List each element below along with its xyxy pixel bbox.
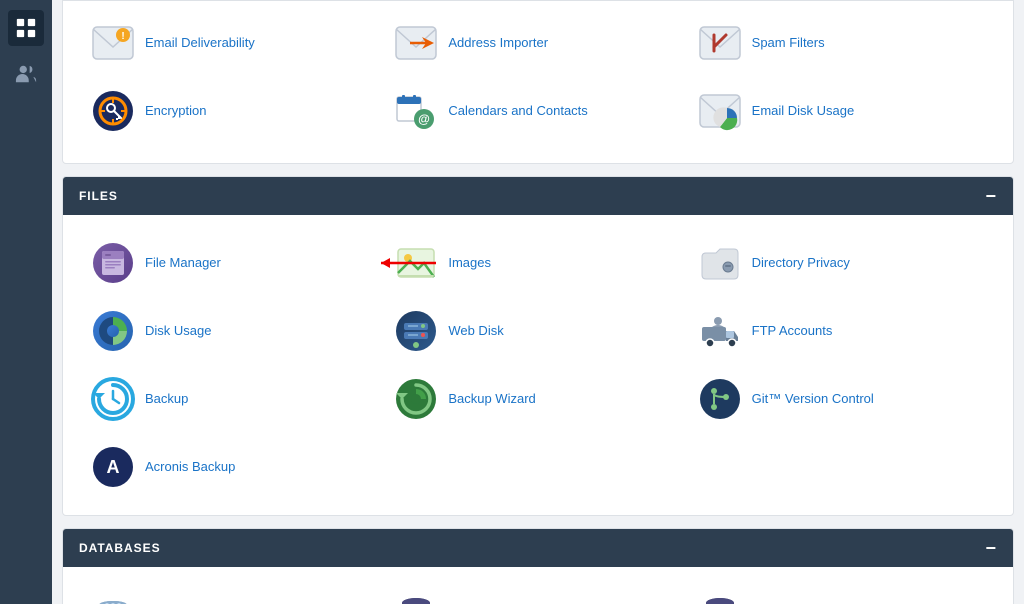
mysql-database-wizard-item[interactable]: MySQL® Database Wizard — [690, 583, 993, 604]
email-section: ! Email Deliverability Address Importer — [62, 0, 1014, 164]
phpmyadmin-icon — [91, 593, 135, 604]
file-manager-wrapper: File Manager — [83, 231, 386, 295]
backup-item[interactable]: Backup — [83, 367, 386, 431]
address-importer-item[interactable]: Address Importer — [386, 11, 689, 75]
spam-filters-icon — [698, 21, 742, 65]
directory-privacy-label: Directory Privacy — [752, 255, 850, 272]
main-content: ! Email Deliverability Address Importer — [52, 0, 1024, 604]
git-version-control-item[interactable]: Git™ Version Control — [690, 367, 993, 431]
file-manager-label: File Manager — [145, 255, 221, 272]
calendars-contacts-icon: @ — [394, 89, 438, 133]
files-section-body: File Manager — [63, 215, 1013, 515]
acronis-backup-item[interactable]: A Acronis Backup — [83, 435, 386, 499]
images-label: Images — [448, 255, 491, 272]
databases-section: DATABASES − — [62, 528, 1014, 604]
images-item[interactable]: Images — [386, 231, 689, 295]
svg-text:!: ! — [121, 31, 124, 42]
email-disk-usage-icon — [698, 89, 742, 133]
databases-section-body: phpMyAdmin MySQL® Databa — [63, 567, 1013, 604]
backup-icon — [91, 377, 135, 421]
git-label: Git™ Version Control — [752, 391, 874, 408]
databases-section-title: DATABASES — [79, 541, 161, 555]
git-icon — [698, 377, 742, 421]
encryption-item[interactable]: Encryption — [83, 79, 386, 143]
email-deliverability-item[interactable]: ! Email Deliverability — [83, 11, 386, 75]
backup-wizard-item[interactable]: Backup Wizard — [386, 367, 689, 431]
backup-wizard-icon — [394, 377, 438, 421]
calendars-contacts-item[interactable]: @ Calendars and Contacts — [386, 79, 689, 143]
sidebar-item-users[interactable] — [8, 56, 44, 92]
disk-usage-icon — [91, 309, 135, 353]
svg-text:A: A — [107, 457, 120, 477]
disk-usage-item[interactable]: Disk Usage — [83, 299, 386, 363]
phpmyadmin-item[interactable]: phpMyAdmin — [83, 583, 386, 604]
files-items-grid: File Manager — [83, 231, 993, 499]
spam-filters-item[interactable]: Spam Filters — [690, 11, 993, 75]
sidebar-item-apps[interactable] — [8, 10, 44, 46]
encryption-icon — [91, 89, 135, 133]
email-deliverability-label: Email Deliverability — [145, 35, 255, 52]
spam-filters-label: Spam Filters — [752, 35, 825, 52]
file-manager-item[interactable]: File Manager — [83, 231, 386, 295]
databases-items-grid: phpMyAdmin MySQL® Databa — [83, 583, 993, 604]
encryption-label: Encryption — [145, 103, 206, 120]
email-deliverability-icon: ! — [91, 21, 135, 65]
images-icon — [394, 241, 438, 285]
files-section-collapse[interactable]: − — [986, 187, 997, 205]
mysql-icon — [394, 593, 438, 604]
ftp-accounts-label: FTP Accounts — [752, 323, 833, 340]
web-disk-item[interactable]: Web Disk — [386, 299, 689, 363]
acronis-icon: A — [91, 445, 135, 489]
directory-privacy-icon — [698, 241, 742, 285]
backup-label: Backup — [145, 391, 188, 408]
files-section-title: FILES — [79, 189, 118, 203]
web-disk-label: Web Disk — [448, 323, 503, 340]
files-section: FILES − — [62, 176, 1014, 516]
svg-text:@: @ — [418, 112, 430, 126]
file-manager-icon — [91, 241, 135, 285]
web-disk-icon — [394, 309, 438, 353]
backup-wizard-label: Backup Wizard — [448, 391, 535, 408]
calendars-contacts-label: Calendars and Contacts — [448, 103, 587, 120]
address-importer-label: Address Importer — [448, 35, 548, 52]
email-disk-usage-item[interactable]: Email Disk Usage — [690, 79, 993, 143]
disk-usage-label: Disk Usage — [145, 323, 211, 340]
sidebar — [0, 0, 52, 604]
ftp-accounts-icon — [698, 309, 742, 353]
directory-privacy-item[interactable]: Directory Privacy — [690, 231, 993, 295]
email-disk-usage-label: Email Disk Usage — [752, 103, 855, 120]
acronis-label: Acronis Backup — [145, 459, 235, 476]
ftp-accounts-item[interactable]: FTP Accounts — [690, 299, 993, 363]
mysql-wizard-icon — [698, 593, 742, 604]
email-items-grid: ! Email Deliverability Address Importer — [83, 11, 993, 143]
mysql-databases-item[interactable]: MySQL® Databases — [386, 583, 689, 604]
databases-section-collapse[interactable]: − — [986, 539, 997, 557]
address-importer-icon — [394, 21, 438, 65]
files-section-header: FILES − — [63, 177, 1013, 215]
databases-section-header: DATABASES − — [63, 529, 1013, 567]
